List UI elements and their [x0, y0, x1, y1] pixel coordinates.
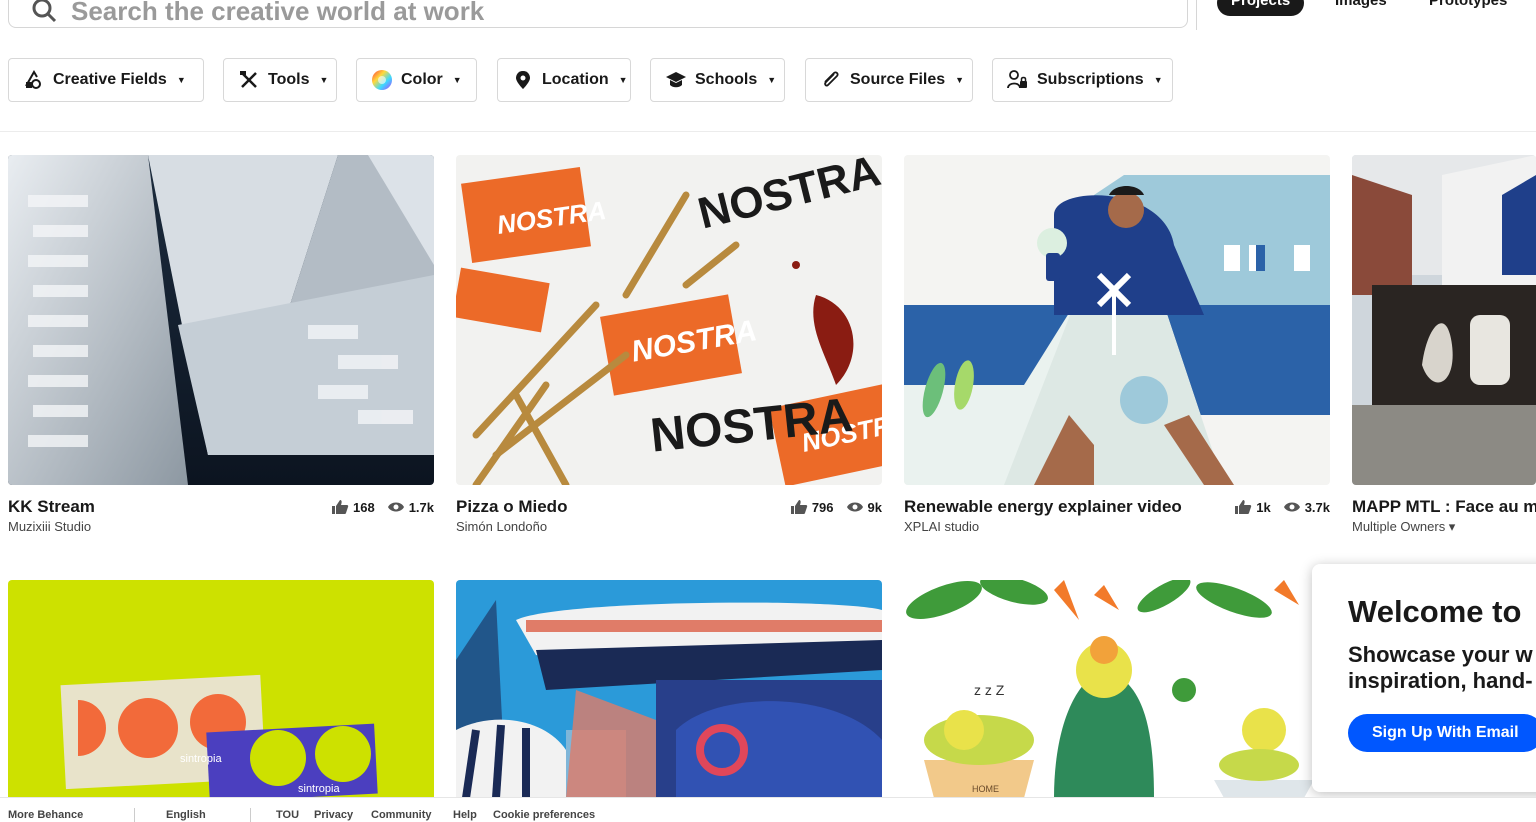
search-box[interactable]: [8, 0, 1188, 28]
filter-label: Schools: [695, 71, 758, 88]
thumb-sleep-text: z z Z: [974, 682, 1005, 698]
project-owner[interactable]: Muzixiii Studio: [8, 519, 91, 534]
eye-icon: [846, 502, 863, 512]
eye-icon: [1283, 502, 1300, 512]
footer-tou-link[interactable]: TOU: [276, 809, 299, 821]
project-owner[interactable]: Simón Londoño: [456, 519, 547, 534]
project-stats: 168 1.7k: [331, 499, 434, 515]
filter-schools[interactable]: Schools ▼: [650, 58, 785, 102]
project-owner[interactable]: XPLAI studio: [904, 519, 979, 534]
project-thumbnail[interactable]: [904, 155, 1330, 485]
footer-language-link[interactable]: English: [166, 809, 206, 821]
filter-label: Tools: [268, 71, 310, 88]
views-stat: 1.7k: [387, 499, 434, 515]
project-thumbnail[interactable]: [1352, 155, 1536, 485]
project-owner[interactable]: Multiple Owners ▾: [1352, 519, 1455, 535]
filter-label: Source Files: [850, 71, 946, 88]
chevron-down-icon: ▼: [319, 75, 329, 85]
project-meta: Renewable energy explainer video XPLAI s…: [904, 493, 1330, 534]
tab-prototypes[interactable]: Prototypes: [1415, 0, 1521, 16]
project-title[interactable]: Pizza o Miedo: [456, 497, 567, 517]
project-title[interactable]: Renewable energy explainer video: [904, 497, 1182, 517]
welcome-popup: Welcome to Showcase your w inspiration, …: [1312, 564, 1536, 792]
project-stats: 796 9k: [790, 499, 882, 515]
search-icon: [32, 0, 57, 23]
views-stat: 9k: [846, 499, 882, 515]
subscriptions-icon: [1007, 69, 1029, 91]
footer-privacy-link[interactable]: Privacy: [314, 809, 353, 821]
project-thumbnail[interactable]: sintropia sintropia: [8, 580, 434, 798]
filter-bar: Creative Fields ▼ Tools ▼ Color ▼ Locati…: [0, 58, 1536, 104]
footer-help-link[interactable]: Help: [453, 809, 477, 821]
filter-tools[interactable]: Tools ▼: [223, 58, 337, 102]
project-thumbnail[interactable]: [456, 580, 882, 798]
filter-location[interactable]: Location ▼: [497, 58, 631, 102]
filter-creative-fields[interactable]: Creative Fields ▼: [8, 58, 204, 102]
svg-text:sintropia: sintropia: [298, 783, 340, 795]
welcome-text: Showcase your w inspiration, hand-: [1348, 642, 1533, 693]
filter-label: Color: [401, 71, 443, 88]
footer-more-behance-link[interactable]: More Behance: [8, 809, 83, 821]
tools-icon: [238, 69, 260, 91]
filter-source-files[interactable]: Source Files ▼: [805, 58, 973, 102]
project-thumbnail[interactable]: [8, 155, 434, 485]
color-wheel-icon: [371, 69, 393, 91]
paperclip-icon: [820, 69, 842, 91]
welcome-title: Welcome to: [1348, 594, 1522, 629]
footer-divider: [250, 808, 251, 822]
project-thumbnail[interactable]: z z Z HOME: [904, 580, 1330, 798]
sign-up-email-button[interactable]: Sign Up With Email: [1348, 714, 1536, 752]
location-pin-icon: [512, 69, 534, 91]
top-bar: Projects Images Prototypes: [0, 0, 1536, 30]
project-title[interactable]: KK Stream: [8, 497, 95, 517]
likes-count: 168: [352, 499, 375, 515]
thumbs-up-icon: [790, 500, 808, 514]
project-stats: 1k 3.7k: [1234, 499, 1330, 515]
project-thumbnail[interactable]: NOSTRA NOSTRA NOSTRA NOSTRA NOSTRA: [456, 155, 882, 485]
chevron-down-icon: ▼: [1153, 75, 1163, 85]
chevron-down-icon: ▼: [955, 75, 965, 85]
filter-label: Location: [542, 71, 609, 88]
likes-count: 1k: [1256, 499, 1271, 515]
filter-color[interactable]: Color ▼: [356, 58, 477, 102]
views-count: 1.7k: [408, 499, 434, 515]
project-meta: Pizza o Miedo Simón Londoño 796 9k: [456, 493, 882, 534]
likes-stat: 168: [331, 499, 375, 515]
creative-fields-icon: [23, 69, 45, 91]
tab-projects[interactable]: Projects: [1217, 0, 1305, 16]
thumbs-up-icon: [1235, 500, 1252, 514]
thumbs-up-icon: [331, 500, 349, 514]
chevron-down-icon: ▼: [618, 75, 628, 85]
filter-subscriptions[interactable]: Subscriptions ▼: [992, 58, 1173, 102]
filter-label: Creative Fields: [53, 71, 167, 88]
filter-label: Subscriptions: [1037, 71, 1144, 88]
views-count: 9k: [867, 499, 882, 515]
tab-images[interactable]: Images: [1321, 0, 1401, 16]
views-count: 3.7k: [1304, 499, 1330, 515]
thumb-brand-text: sintropia: [180, 753, 222, 765]
project-meta: KK Stream Muzixiii Studio 168 1.7k: [8, 493, 434, 534]
footer: More Behance English TOU Privacy Communi…: [0, 797, 1536, 822]
likes-count: 796: [811, 499, 834, 515]
views-stat: 3.7k: [1283, 499, 1330, 515]
likes-stat: 796: [790, 499, 834, 515]
footer-cookie-link[interactable]: Cookie preferences: [493, 809, 595, 821]
chevron-down-icon: ▼: [176, 75, 186, 85]
footer-community-link[interactable]: Community: [371, 809, 432, 821]
project-title[interactable]: MAPP MTL : Face au m: [1352, 497, 1536, 517]
content-type-tabs: Projects Images Prototypes: [1196, 0, 1536, 30]
thumb-pot-text: HOME: [972, 784, 999, 794]
likes-stat: 1k: [1234, 499, 1271, 515]
divider: [0, 131, 1536, 132]
footer-divider: [134, 808, 135, 822]
chevron-down-icon: ▼: [452, 75, 462, 85]
project-meta: MAPP MTL : Face au m Multiple Owners ▾: [1352, 493, 1536, 535]
search-input[interactable]: [69, 0, 873, 27]
graduation-cap-icon: [665, 69, 687, 91]
eye-icon: [387, 502, 404, 512]
chevron-down-icon: ▼: [767, 75, 777, 85]
